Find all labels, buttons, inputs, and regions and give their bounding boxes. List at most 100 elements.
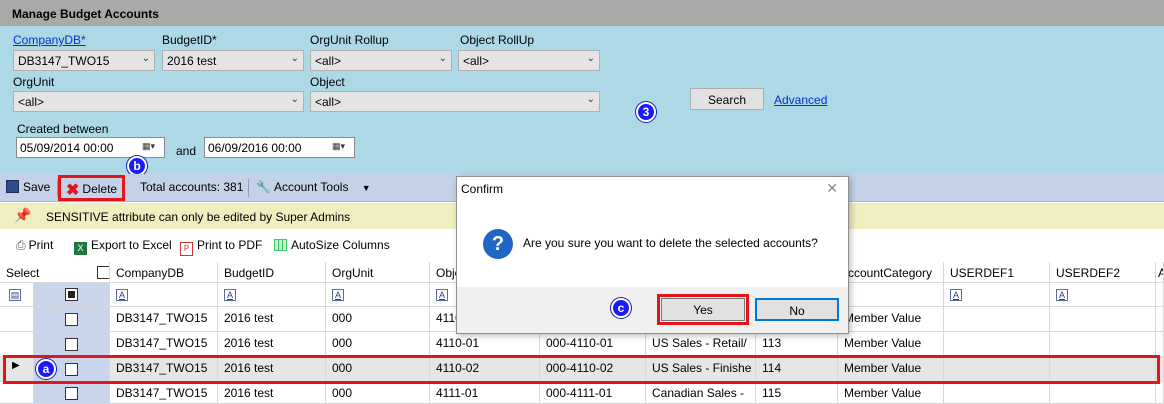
close-icon[interactable]: ✕ [826, 180, 838, 197]
companydb-cell[interactable]: DB3147_TWO15 [110, 307, 218, 332]
calendar-icon[interactable]: ▦▾ [142, 141, 160, 154]
highlight-delete [58, 175, 125, 201]
filter-panel: CompanyDB* DB3147_TWO15 ⌄ BudgetID* 2016… [0, 26, 1164, 176]
filter-clear-icon[interactable]: ▤ [9, 289, 21, 301]
filter-icon[interactable]: A [950, 289, 962, 301]
orgunit-cell[interactable]: 000 [326, 307, 430, 332]
row-selector[interactable] [0, 382, 34, 404]
companydb-column-header[interactable]: CompanyDB [110, 262, 218, 283]
object-cell[interactable]: 4110-01 [430, 332, 540, 357]
accountcategory-cell[interactable]: Member Value [838, 307, 944, 332]
pin-icon: 📌 [14, 207, 32, 223]
save-button[interactable]: Save [6, 180, 50, 194]
select-cell [34, 307, 110, 332]
advanced-link[interactable]: Advanced [774, 93, 827, 107]
budgetid-cell[interactable]: 2016 test [218, 332, 326, 357]
select-all-checkbox[interactable] [97, 266, 109, 279]
export-excel-label: Export to Excel [91, 238, 172, 252]
date-to-field[interactable]: 06/09/2016 00:00 ▦▾ [204, 137, 355, 158]
filter-row-selector: ▤ [0, 283, 34, 307]
accountcategory-column-header[interactable]: AccountCategory [838, 262, 944, 283]
calendar-icon[interactable]: ▦▾ [332, 141, 350, 154]
print-pdf-button[interactable]: P Print to PDF [180, 238, 262, 256]
orgunit-select[interactable]: <all> ⌄ [13, 91, 304, 112]
print-button[interactable]: ⎙ Print [16, 238, 53, 253]
select-cell [34, 332, 110, 357]
companydb-cell[interactable]: DB3147_TWO15 [110, 382, 218, 404]
userdef1-column-header[interactable]: USERDEF1 [944, 262, 1050, 283]
print-icon: ⎙ [16, 238, 26, 252]
last-cell [1156, 307, 1164, 332]
table-row[interactable]: DB3147_TWO15 2016 test 000 4110-01 000-4… [0, 332, 1164, 357]
date-from-field[interactable]: 05/09/2014 00:00 ▦▾ [16, 137, 165, 158]
export-excel-button[interactable]: X Export to Excel [74, 238, 172, 255]
company-value: DB3147_TWO15 [18, 54, 110, 68]
dialog-footer: Yes No [457, 287, 848, 333]
row-checkbox[interactable] [65, 387, 78, 400]
orgunit-cell[interactable]: 000 [326, 382, 430, 404]
filter-icon[interactable]: A [436, 289, 448, 301]
orgunit-column-header[interactable]: OrgUnit [326, 262, 430, 283]
companydb-cell[interactable]: DB3147_TWO15 [110, 332, 218, 357]
last-column-header[interactable]: A [1156, 262, 1164, 283]
budgetid-filter-cell[interactable]: A [218, 283, 326, 307]
table-row[interactable]: DB3147_TWO15 2016 test 000 4111-01 000-4… [0, 382, 1164, 404]
description-cell[interactable]: Canadian Sales - [646, 382, 756, 404]
account-cell[interactable]: 000-4110-01 [540, 332, 646, 357]
object-rollup-label: Object RollUp [460, 33, 535, 47]
accountcategory-filter-cell[interactable] [838, 283, 944, 307]
row-selector[interactable] [0, 332, 34, 357]
userdef1-cell[interactable] [944, 332, 1050, 357]
row-checkbox[interactable] [65, 338, 78, 351]
number-cell[interactable]: 113 [756, 332, 838, 357]
orgunit-rollup-value: <all> [315, 54, 342, 68]
object-label: Object [310, 75, 345, 89]
marker-a: a [36, 359, 56, 379]
autosize-columns-button[interactable]: AutoSize Columns [274, 238, 390, 252]
object-value: <all> [315, 95, 342, 109]
row-selector[interactable] [0, 307, 34, 332]
row-checkbox[interactable] [65, 313, 78, 326]
filter-icon[interactable]: A [224, 289, 236, 301]
orgunit-rollup-select[interactable]: <all> ⌄ [310, 50, 452, 71]
marker-3: 3 [636, 102, 656, 122]
accountcategory-cell[interactable]: Member Value [838, 382, 944, 404]
userdef2-cell[interactable] [1050, 382, 1156, 404]
company-select[interactable]: DB3147_TWO15 ⌄ [13, 50, 155, 71]
select-header[interactable]: Select [0, 262, 110, 283]
object-cell[interactable]: 4111-01 [430, 382, 540, 404]
title-bar: Manage Budget Accounts [0, 0, 1164, 26]
filter-icon[interactable]: A [116, 289, 128, 301]
save-icon [6, 180, 19, 193]
budgetid-column-header[interactable]: BudgetID [218, 262, 326, 283]
userdef1-filter-cell[interactable]: A [944, 283, 1050, 307]
last-cell [1156, 382, 1164, 404]
userdef2-filter-cell[interactable]: A [1050, 283, 1156, 307]
accountcategory-cell[interactable]: Member Value [838, 332, 944, 357]
filter-icon[interactable]: A [332, 289, 344, 301]
userdef1-cell[interactable] [944, 382, 1050, 404]
userdef2-cell[interactable] [1050, 332, 1156, 357]
budget-select[interactable]: 2016 test ⌄ [162, 50, 304, 71]
dropdown-arrow-icon: ▼ [361, 183, 371, 193]
search-button[interactable]: Search [690, 88, 764, 110]
object-select[interactable]: <all> ⌄ [310, 91, 600, 112]
object-rollup-select[interactable]: <all> ⌄ [458, 50, 600, 71]
orgunit-cell[interactable]: 000 [326, 332, 430, 357]
filter-checkbox[interactable] [65, 288, 78, 301]
description-cell[interactable]: US Sales - Retail/ [646, 332, 756, 357]
filter-icon[interactable]: A [1056, 289, 1068, 301]
budgetid-cell[interactable]: 2016 test [218, 307, 326, 332]
account-cell[interactable]: 000-4111-01 [540, 382, 646, 404]
companydb-filter-cell[interactable]: A [110, 283, 218, 307]
number-cell[interactable]: 115 [756, 382, 838, 404]
orgunit-filter-cell[interactable]: A [326, 283, 430, 307]
userdef2-column-header[interactable]: USERDEF2 [1050, 262, 1156, 283]
autosize-columns-label: AutoSize Columns [291, 238, 390, 252]
account-tools-button[interactable]: 🔧 Account Tools ▼ [256, 180, 371, 194]
userdef2-cell[interactable] [1050, 307, 1156, 332]
company-label[interactable]: CompanyDB* [13, 33, 86, 47]
userdef1-cell[interactable] [944, 307, 1050, 332]
no-button[interactable]: No [755, 298, 839, 321]
budgetid-cell[interactable]: 2016 test [218, 382, 326, 404]
